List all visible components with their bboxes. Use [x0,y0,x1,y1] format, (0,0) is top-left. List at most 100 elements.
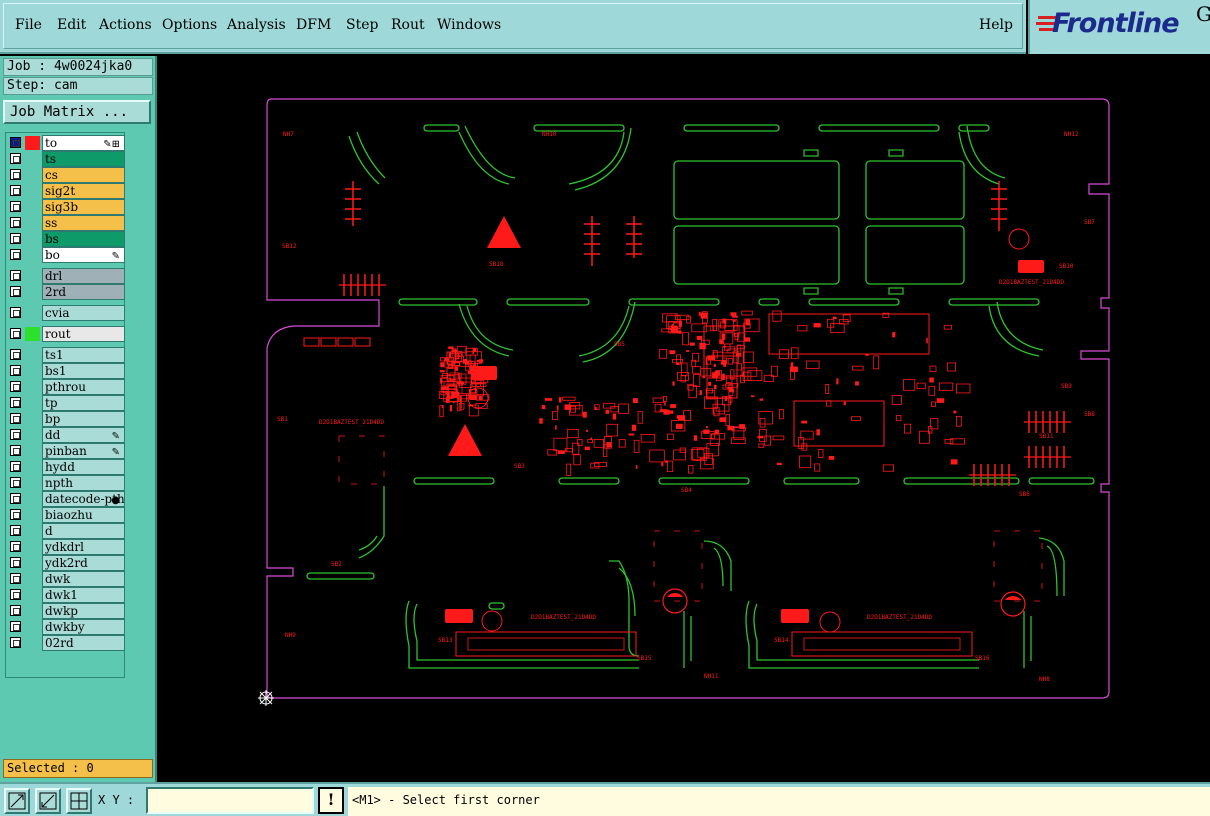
layer-row-bs[interactable]: bs [7,231,125,247]
menu-analysis[interactable]: Analysis [227,17,286,33]
layer-checkbox[interactable] [10,349,21,360]
layer-row-npth[interactable]: npth [7,475,125,491]
layer-row-datecode-pth[interactable]: datecode-pth ● [7,491,125,507]
layer-name[interactable]: rout [42,326,125,342]
layer-row-tp[interactable]: tp [7,395,125,411]
zoom-fit-button[interactable] [4,788,30,814]
layer-row-bp[interactable]: bp [7,411,125,427]
layer-name[interactable]: ts [42,151,125,167]
layer-name[interactable]: bo ✎ [42,247,125,263]
layer-row-bs1[interactable]: bs1 [7,363,125,379]
layer-row-sig2t[interactable]: sig2t [7,183,125,199]
layer-row-cs[interactable]: cs [7,167,125,183]
layer-row-biaozhu[interactable]: biaozhu [7,507,125,523]
layer-checkbox[interactable] [10,637,21,648]
layer-row-hydd[interactable]: hydd [7,459,125,475]
layer-checkbox[interactable] [10,381,21,392]
layer-checkbox[interactable] [10,307,21,318]
layer-row-ss[interactable]: ss [7,215,125,231]
layer-checkbox[interactable] [10,461,21,472]
xy-coordinate-input[interactable] [146,787,314,814]
layer-row-to[interactable]: to ✎⊞ [7,135,125,151]
layer-name[interactable]: ydkdrl [42,539,125,555]
layer-checkbox[interactable] [10,286,21,297]
layer-name[interactable]: ts1 [42,347,125,363]
layer-name[interactable]: datecode-pth ● [42,491,125,507]
layer-row-cvia[interactable]: cvia [7,305,125,321]
warning-button[interactable]: ! [318,787,344,814]
layer-row-dd[interactable]: dd ✎ [7,427,125,443]
layer-row-dwkp[interactable]: dwkp [7,603,125,619]
layer-name[interactable]: sig3b [42,199,125,215]
layer-checkbox[interactable] [10,328,21,339]
layer-checkbox[interactable] [10,185,21,196]
layer-checkbox[interactable] [10,365,21,376]
menu-edit[interactable]: Edit [57,17,86,33]
layer-name[interactable]: to ✎⊞ [42,135,125,151]
layer-name[interactable]: pthrou [42,379,125,395]
layer-row-sig3b[interactable]: sig3b [7,199,125,215]
layer-row-02rd[interactable]: 02rd [7,635,125,651]
layer-checkbox[interactable] [10,621,21,632]
layer-row-pthrou[interactable]: pthrou [7,379,125,395]
layer-checkbox[interactable] [10,493,21,504]
layer-name[interactable]: 02rd [42,635,125,651]
menu-windows[interactable]: Windows [437,17,501,33]
layer-checkbox[interactable] [10,589,21,600]
job-matrix-button[interactable]: Job Matrix ... [3,100,151,124]
layer-row-pinban[interactable]: pinban ✎ [7,443,125,459]
layer-checkbox[interactable] [10,137,21,148]
layer-checkbox[interactable] [10,413,21,424]
menu-help[interactable]: Help [979,17,1013,33]
layer-name[interactable]: bp [42,411,125,427]
layer-checkbox[interactable] [10,169,21,180]
layer-name[interactable]: tp [42,395,125,411]
zoom-area-button[interactable] [35,788,61,814]
layer-row-dwk1[interactable]: dwk1 [7,587,125,603]
menu-rout[interactable]: Rout [391,17,425,33]
layer-name[interactable]: hydd [42,459,125,475]
layer-checkbox[interactable] [10,233,21,244]
layer-name[interactable]: dwk [42,571,125,587]
layer-name[interactable]: 2rd [42,284,125,300]
layer-checkbox[interactable] [10,573,21,584]
layer-row-dwkby[interactable]: dwkby [7,619,125,635]
layer-name[interactable]: ss [42,215,125,231]
layer-name[interactable]: npth [42,475,125,491]
layer-row-drl[interactable]: drl [7,268,125,284]
layer-name[interactable]: dd ✎ [42,427,125,443]
layer-row-d[interactable]: d [7,523,125,539]
layer-checkbox[interactable] [10,249,21,260]
layer-name[interactable]: cvia [42,305,125,321]
layer-name[interactable]: sig2t [42,183,125,199]
layer-row-2rd[interactable]: 2rd [7,284,125,300]
menu-step[interactable]: Step [346,17,378,33]
layer-row-ts[interactable]: ts [7,151,125,167]
layer-name[interactable]: bs [42,231,125,247]
menu-actions[interactable]: Actions [99,17,152,33]
layer-name[interactable]: ydk2rd [42,555,125,571]
layer-checkbox[interactable] [10,557,21,568]
layer-checkbox[interactable] [10,429,21,440]
layer-name[interactable]: pinban ✎ [42,443,125,459]
layer-name[interactable]: dwkby [42,619,125,635]
grid-button[interactable] [66,788,92,814]
layer-name[interactable]: biaozhu [42,507,125,523]
graphic-canvas[interactable]: SB1 SB2 SB3 SB4 SB5 SB6 SB7 SB8 SB9 SB10 SB11 SB12 S… [159,56,1210,782]
layer-checkbox[interactable] [10,605,21,616]
layer-name[interactable]: dwkp [42,603,125,619]
layer-row-ts1[interactable]: ts1 [7,347,125,363]
layer-row-ydkdrl[interactable]: ydkdrl [7,539,125,555]
layer-row-bo[interactable]: bo ✎ [7,247,125,263]
layer-name[interactable]: dwk1 [42,587,125,603]
layer-checkbox[interactable] [10,525,21,536]
layer-checkbox[interactable] [10,445,21,456]
layer-name[interactable]: drl [42,268,125,284]
layer-row-rout[interactable]: rout [7,326,125,342]
layer-checkbox[interactable] [10,270,21,281]
layer-checkbox[interactable] [10,541,21,552]
layer-checkbox[interactable] [10,509,21,520]
layer-row-ydk2rd[interactable]: ydk2rd [7,555,125,571]
layer-checkbox[interactable] [10,477,21,488]
menu-dfm[interactable]: DFM [296,17,331,33]
